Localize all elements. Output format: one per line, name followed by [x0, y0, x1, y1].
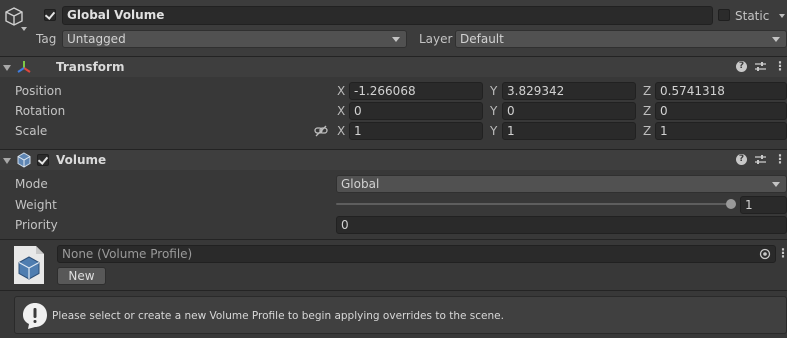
volume-header[interactable]: Volume ? ⋮: [0, 149, 787, 170]
weight-field[interactable]: 1: [740, 196, 787, 214]
weight-label: Weight: [15, 198, 57, 212]
weight-slider-thumb[interactable]: [726, 199, 736, 209]
foldout-arrow-icon[interactable]: [3, 158, 11, 164]
layer-label: Layer: [419, 32, 453, 46]
rotation-y-field[interactable]: 0: [502, 102, 636, 120]
mode-value: Global: [341, 177, 380, 191]
chevron-down-icon[interactable]: [21, 27, 27, 31]
layer-dropdown[interactable]: Default: [455, 30, 787, 48]
position-y-label[interactable]: Y: [490, 83, 497, 99]
priority-label: Priority: [15, 218, 58, 232]
position-z-field[interactable]: 0.5741318: [655, 82, 787, 100]
chevron-down-icon: [772, 182, 780, 187]
volume-enabled-checkbox[interactable]: [37, 154, 49, 166]
rotation-label: Rotation: [15, 104, 66, 118]
transform-title: Transform: [56, 60, 125, 74]
volume-cube-icon: [16, 152, 32, 168]
scale-x-field[interactable]: 1: [349, 122, 483, 140]
checkmark-icon: [44, 9, 56, 20]
position-y-field[interactable]: 3.829342: [502, 82, 636, 100]
rotation-y-label[interactable]: Y: [490, 103, 497, 119]
rotation-z-label[interactable]: Z: [643, 103, 651, 119]
scale-label: Scale: [15, 124, 48, 138]
volume-profile-field[interactable]: None (Volume Profile): [57, 245, 776, 263]
help-box: Please select or create a new Volume Pro…: [14, 296, 787, 334]
rotation-x-label[interactable]: X: [337, 103, 345, 119]
tag-label: Tag: [36, 32, 57, 46]
kebab-menu-icon[interactable]: ⋮: [777, 246, 787, 260]
presets-icon[interactable]: [754, 60, 767, 73]
object-picker-icon[interactable]: [759, 248, 771, 260]
constrain-proportions-icon[interactable]: [314, 125, 328, 137]
help-message: Please select or create a new Volume Pro…: [52, 310, 504, 322]
mode-dropdown[interactable]: Global: [336, 175, 787, 193]
chevron-down-icon[interactable]: [779, 14, 785, 18]
kebab-menu-icon[interactable]: ⋮: [774, 59, 786, 73]
kebab-menu-icon[interactable]: ⋮: [774, 152, 786, 166]
volume-profile-value: None (Volume Profile): [62, 247, 193, 261]
section-divider: [0, 239, 787, 240]
gameobject-name-field[interactable]: Global Volume: [62, 6, 713, 25]
position-x-field[interactable]: -1.266068: [349, 82, 483, 100]
weight-slider[interactable]: [336, 196, 738, 212]
volume-title: Volume: [56, 153, 107, 167]
volume-profile-thumbnail: [13, 245, 45, 285]
layer-value: Default: [460, 32, 504, 46]
section-divider: [0, 290, 787, 291]
checkmark-icon: [37, 154, 49, 165]
scale-z-field[interactable]: 1: [655, 122, 787, 140]
rotation-z-field[interactable]: 0: [655, 102, 787, 120]
tag-value: Untagged: [67, 32, 126, 46]
static-checkbox[interactable]: [718, 9, 730, 21]
chevron-down-icon: [392, 37, 400, 42]
static-label: Static: [735, 9, 770, 23]
cube-icon[interactable]: [3, 6, 25, 28]
scale-x-label[interactable]: X: [337, 123, 345, 139]
position-z-label[interactable]: Z: [643, 83, 651, 99]
help-icon[interactable]: ?: [736, 154, 747, 165]
foldout-arrow-icon[interactable]: [3, 65, 11, 71]
position-x-label[interactable]: X: [337, 83, 345, 99]
transform-axes-icon: [16, 59, 32, 75]
priority-field[interactable]: 0: [336, 216, 787, 234]
mode-label: Mode: [15, 177, 48, 191]
active-checkbox[interactable]: [44, 9, 56, 21]
exclamation-bubble-icon: [22, 302, 48, 330]
scale-y-field[interactable]: 1: [502, 122, 636, 140]
rotation-x-field[interactable]: 0: [349, 102, 483, 120]
scale-y-label[interactable]: Y: [490, 123, 497, 139]
scale-z-label[interactable]: Z: [643, 123, 651, 139]
gameobject-header: Global Volume Static Tag Untagged Layer …: [0, 0, 787, 56]
tag-dropdown[interactable]: Untagged: [62, 30, 407, 48]
presets-icon[interactable]: [754, 153, 767, 166]
new-profile-button[interactable]: New: [57, 267, 106, 285]
position-label: Position: [15, 84, 62, 98]
chevron-down-icon: [772, 37, 780, 42]
help-icon[interactable]: ?: [736, 61, 747, 72]
transform-header[interactable]: Transform ? ⋮: [0, 56, 787, 77]
weight-slider-track: [336, 203, 736, 205]
